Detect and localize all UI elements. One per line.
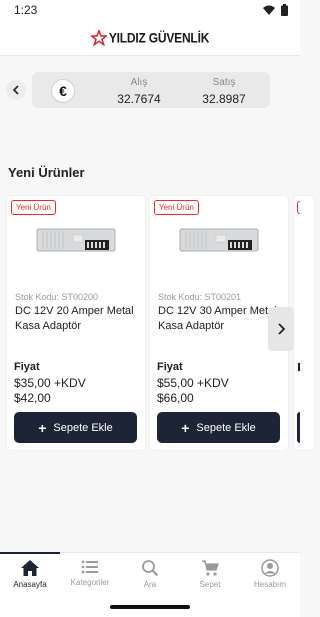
gesture-handle[interactable] bbox=[110, 605, 190, 609]
buy-rate: Alış 32.7674 bbox=[104, 77, 174, 107]
logo-text: YILDIZ GÜVENLİK bbox=[108, 29, 210, 46]
price-label: Fiyat bbox=[14, 361, 40, 373]
nav-label: Hesabım bbox=[253, 580, 286, 589]
carousel-next-button[interactable] bbox=[268, 307, 294, 351]
buy-value: 32.7674 bbox=[117, 92, 161, 106]
add-to-cart-button[interactable]: + Sepete Ekle bbox=[14, 412, 137, 443]
section-title: Yeni Ürünler bbox=[8, 165, 85, 180]
sell-value: 32.8987 bbox=[202, 92, 246, 106]
status-bar: 1:23 bbox=[0, 0, 300, 20]
price-incl-tax: $66,00 bbox=[157, 391, 194, 405]
add-to-cart-button[interactable]: + Sepete Ekle bbox=[157, 412, 280, 443]
product-card-partial[interactable] bbox=[294, 196, 314, 450]
nav-label: Sepet bbox=[199, 580, 221, 589]
new-product-badge-edge bbox=[297, 201, 300, 214]
gesture-area bbox=[0, 598, 300, 617]
chevron-right-icon bbox=[277, 323, 285, 335]
brand-logo[interactable]: YILDIZ GÜVENLİK bbox=[90, 29, 210, 46]
add-to-cart-button-edge bbox=[297, 412, 300, 443]
buy-label: Alış bbox=[130, 77, 148, 88]
stock-code: Stok Kodu: ST00201 bbox=[158, 292, 242, 302]
exchange-rate-card: € Alış 32.7674 Satış 32.8987 bbox=[32, 72, 270, 108]
list-icon bbox=[81, 560, 98, 574]
sell-rate: Satış 32.8987 bbox=[189, 77, 259, 107]
status-icons bbox=[263, 4, 288, 16]
battery-icon bbox=[281, 4, 288, 16]
cart-icon bbox=[202, 560, 219, 576]
home-icon bbox=[21, 560, 39, 576]
status-time: 1:23 bbox=[14, 3, 38, 17]
product-name[interactable]: DC 12V 30 Amper Metal Kasa Adaptör bbox=[158, 304, 282, 334]
nav-label: Kategoriler bbox=[70, 578, 110, 587]
nav-item-cart[interactable]: Sepet bbox=[180, 553, 240, 598]
nav-label: Ara bbox=[143, 580, 157, 589]
price-incl-tax: $42,00 bbox=[14, 391, 51, 405]
add-to-cart-label: Sepete Ekle bbox=[196, 421, 256, 434]
euro-icon: € bbox=[51, 79, 75, 103]
price-label: Fiyat bbox=[157, 361, 183, 373]
plus-icon: + bbox=[181, 419, 190, 436]
product-card[interactable]: Yeni Ürün Stok Kodu: ST00200 DC 12V 20 A… bbox=[7, 196, 145, 450]
nav-item-categories[interactable]: Kategoriler bbox=[60, 553, 120, 598]
nav-item-home[interactable]: Anasayfa bbox=[0, 552, 60, 598]
wifi-icon bbox=[263, 5, 275, 15]
app-header: YILDIZ GÜVENLİK bbox=[0, 20, 300, 56]
nav-item-account[interactable]: Hesabım bbox=[240, 553, 300, 598]
product-image bbox=[36, 228, 116, 252]
stock-code: Stok Kodu: ST00200 bbox=[15, 292, 99, 302]
currency-prev-button[interactable] bbox=[6, 80, 26, 100]
account-icon bbox=[261, 559, 279, 577]
sell-label: Satış bbox=[212, 77, 236, 88]
product-image bbox=[179, 228, 259, 252]
bottom-nav: Anasayfa Kategoriler Ara Sepet Hesabım bbox=[0, 552, 300, 598]
nav-item-search[interactable]: Ara bbox=[120, 553, 180, 598]
new-product-badge: Yeni Ürün bbox=[154, 200, 199, 215]
plus-icon: + bbox=[38, 419, 47, 436]
nav-label: Anasayfa bbox=[13, 580, 47, 589]
price-excl-tax: $55,00 +KDV bbox=[157, 376, 229, 390]
currency-row: € Alış 32.7674 Satış 32.8987 bbox=[0, 70, 300, 110]
new-product-badge: Yeni Ürün bbox=[11, 200, 56, 215]
star-icon bbox=[90, 29, 107, 46]
product-name[interactable]: DC 12V 20 Amper Metal Kasa Adaptör bbox=[15, 304, 139, 334]
price-excl-tax: $35,00 +KDV bbox=[14, 376, 86, 390]
add-to-cart-label: Sepete Ekle bbox=[53, 421, 113, 434]
price-edge bbox=[298, 363, 300, 371]
chevron-left-icon bbox=[12, 85, 19, 95]
search-icon bbox=[142, 560, 159, 577]
